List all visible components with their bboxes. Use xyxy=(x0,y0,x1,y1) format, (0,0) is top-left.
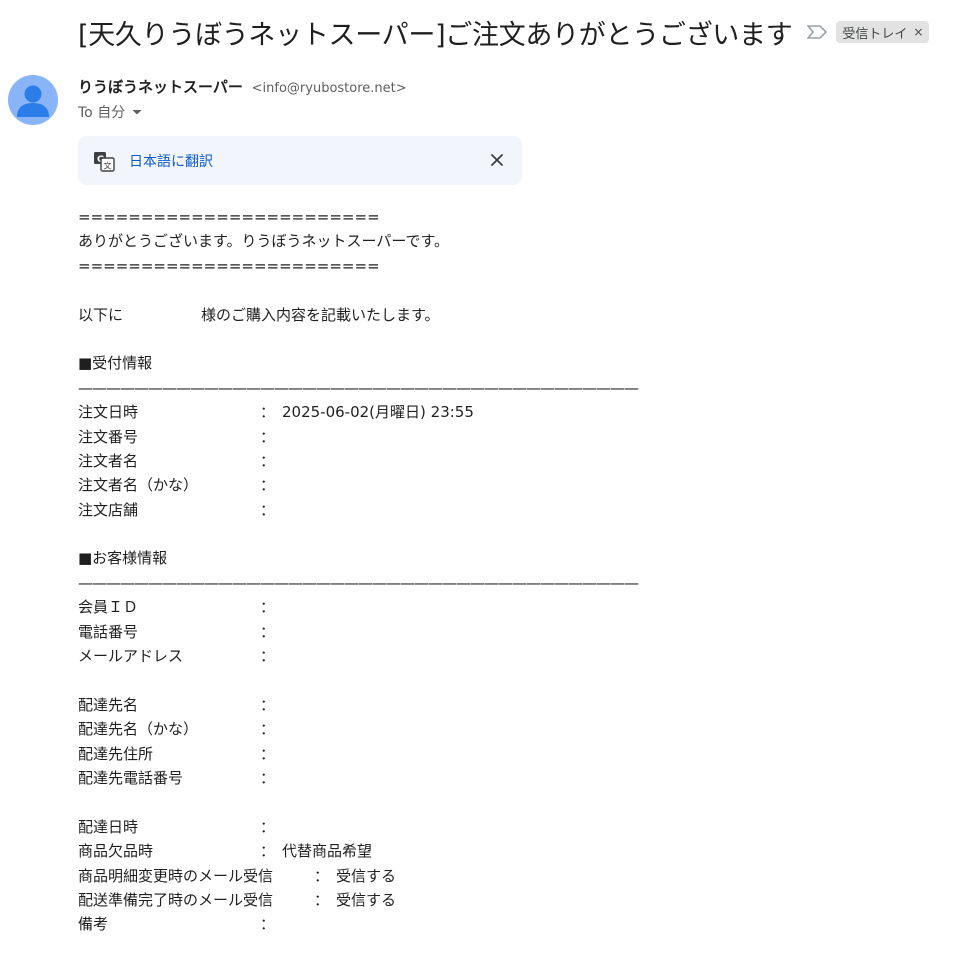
kv-value: 代替商品希望 xyxy=(282,842,373,861)
sender-email: <info@ryubostore.net> xyxy=(251,81,407,96)
subject-row: [天久りうぼうネットスーパー]ご注文ありがとうございます 受信トレイ × xyxy=(78,12,958,52)
section-heading-customer: ■お客様情報 xyxy=(78,549,168,568)
kv-key: メールアドレス xyxy=(78,647,184,666)
kv-row: 配達日時 ： xyxy=(78,815,958,839)
translate-icon: G 文 xyxy=(94,151,115,172)
kv-colon: ： xyxy=(260,403,276,422)
kv-colon: ： xyxy=(260,647,276,666)
reception-list: 注文日時 ： 2025-06-02(月曜日) 23:55 注文番号 ： 注文者名 ： 注… xyxy=(78,400,958,522)
kv-row: 電話番号 ： xyxy=(78,620,958,644)
intro-suffix: 様のご購入内容を記載いたします。 xyxy=(201,305,440,324)
kv-row: 会員ＩＤ ： xyxy=(78,595,958,619)
section-heading-reception: ■受付情報 xyxy=(78,354,153,373)
importance-marker-icon[interactable] xyxy=(806,23,828,41)
kv-row: 配達先名 ： xyxy=(78,693,958,717)
close-icon[interactable] xyxy=(486,149,508,171)
kv-value: 受信する xyxy=(336,866,397,885)
kv-row: 注文番号 ： xyxy=(78,425,958,449)
email-body: ======================== ありがとうございます。りうぼう… xyxy=(78,205,958,937)
kv-row: 注文者名 ： xyxy=(78,449,958,473)
kv-key: 配達日時 xyxy=(78,817,139,836)
sender-name[interactable]: りうぼうネットスーパー xyxy=(78,78,243,96)
kv-key: 商品明細変更時のメール受信 xyxy=(78,866,274,885)
kv-row: 注文日時 ： 2025-06-02(月曜日) 23:55 xyxy=(78,400,958,424)
chevron-down-icon[interactable] xyxy=(131,106,143,118)
svg-text:文: 文 xyxy=(104,160,112,170)
recipient-line[interactable]: To 自分 xyxy=(78,102,143,122)
kv-row: 商品明細変更時のメール受信 ： 受信する xyxy=(78,864,958,888)
translate-bar: G 文 日本語に翻訳 xyxy=(78,136,522,185)
intro-text: 以下に 様のご購入内容を記載いたします。 xyxy=(78,303,958,327)
kv-colon: ： xyxy=(314,866,330,885)
kv-value: 2025-06-02(月曜日) 23:55 xyxy=(282,403,474,422)
kv-colon: ： xyxy=(260,476,276,495)
kv-key: 会員ＩＤ xyxy=(78,598,139,617)
kv-key: 商品欠品時 xyxy=(78,842,154,861)
kv-key: 備考 xyxy=(78,915,109,934)
kv-row: メールアドレス ： xyxy=(78,644,958,668)
label-chip-text: 受信トレイ xyxy=(842,26,908,42)
email-subject: [天久りうぼうネットスーパー]ご注文ありがとうございます xyxy=(78,19,793,51)
kv-colon: ： xyxy=(260,695,276,714)
kv-colon: ： xyxy=(260,622,276,641)
options-list: 配達日時 ： 商品欠品時 ： 代替商品希望 商品明細変更時のメール受信 ： 受信する 配送… xyxy=(78,815,958,937)
kv-colon: ： xyxy=(260,720,276,739)
kv-key: 注文者名 xyxy=(78,451,139,470)
kv-row: 注文店舗 ： xyxy=(78,498,958,522)
kv-colon: ： xyxy=(260,915,276,934)
equals-divider: ======================== xyxy=(78,208,380,226)
kv-row: 配達先名（かな） ： xyxy=(78,717,958,741)
kv-row: 商品欠品時 ： 代替商品希望 xyxy=(78,839,958,863)
kv-colon: ： xyxy=(260,842,276,861)
intro-prefix: 以下に xyxy=(78,305,124,324)
kv-row: 配達先住所 ： xyxy=(78,742,958,766)
kv-key: 配達先電話番号 xyxy=(78,768,184,787)
kv-colon: ： xyxy=(260,768,276,787)
kv-row: 配送準備完了時のメール受信 ： 受信する xyxy=(78,888,958,912)
kv-key: 配送準備完了時のメール受信 xyxy=(78,890,274,909)
kv-colon: ： xyxy=(314,890,330,909)
kv-key: 配達先住所 xyxy=(78,744,154,763)
kv-value: 受信する xyxy=(336,890,397,909)
section-rule: ———————————————————————————————————————— xyxy=(78,573,639,592)
kv-row: 配達先電話番号 ： xyxy=(78,766,958,790)
greeting-text: ありがとうございます。りうぼうネットスーパーです。 xyxy=(78,232,449,251)
kv-colon: ： xyxy=(260,427,276,446)
kv-key: 注文店舗 xyxy=(78,500,139,519)
kv-key: 電話番号 xyxy=(78,622,139,641)
translate-link[interactable]: 日本語に翻訳 xyxy=(129,151,213,171)
kv-key: 注文者名（かな） xyxy=(78,476,199,495)
kv-row: 備考 ： xyxy=(78,912,958,936)
recipient-text: To 自分 xyxy=(78,105,126,121)
kv-colon: ： xyxy=(260,817,276,836)
inbox-label-chip[interactable]: 受信トレイ × xyxy=(836,21,930,43)
remove-label-button[interactable]: × xyxy=(913,25,923,39)
kv-key: 注文日時 xyxy=(78,403,139,422)
avatar-person-icon xyxy=(17,85,49,117)
kv-colon: ： xyxy=(260,598,276,617)
equals-divider: ======================== xyxy=(78,256,380,275)
customer-list: 会員ＩＤ ： 電話番号 ： メールアドレス ： xyxy=(78,595,958,668)
kv-row: 注文者名（かな） ： xyxy=(78,473,958,497)
kv-key: 注文番号 xyxy=(78,427,139,446)
delivery-list: 配達先名 ： 配達先名（かな） ： 配達先住所 ： 配達先電話番号 ： xyxy=(78,693,958,791)
kv-key: 配達先名 xyxy=(78,695,139,714)
kv-colon: ： xyxy=(260,451,276,470)
kv-colon: ： xyxy=(260,744,276,763)
sender-line: りうぼうネットスーパー <info@ryubostore.net> xyxy=(78,76,407,97)
section-rule: ———————————————————————————————————————— xyxy=(78,378,639,397)
kv-colon: ： xyxy=(260,500,276,519)
kv-key: 配達先名（かな） xyxy=(78,720,199,739)
sender-avatar[interactable] xyxy=(8,75,58,125)
